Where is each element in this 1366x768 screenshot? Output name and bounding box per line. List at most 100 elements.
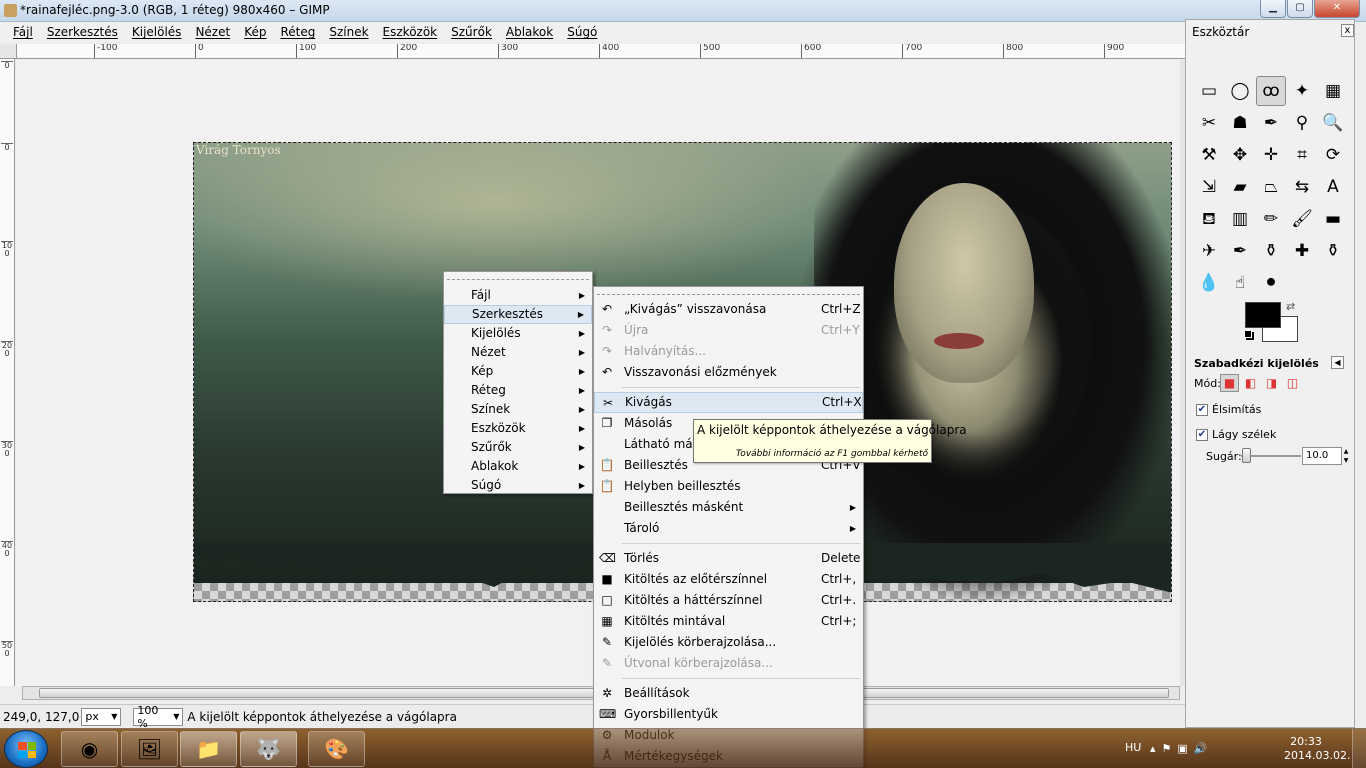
tool-button[interactable]: ⏢ (1256, 172, 1286, 202)
tool-button[interactable]: ⚫ (1256, 268, 1286, 298)
mode-intersect-button[interactable]: ◫ (1283, 374, 1302, 392)
title-bar[interactable]: *rainafejléc.png-3.0 (RGB, 1 réteg) 980x… (0, 0, 1366, 22)
swap-colors-icon[interactable]: ⇄ (1286, 300, 1295, 313)
tool-options-menu-button[interactable]: ◀ (1331, 356, 1344, 369)
tear-off-handle[interactable] (597, 287, 860, 295)
edit-menu-item[interactable]: ↶ Visszavonási előzmények (594, 362, 863, 383)
tool-button[interactable]: ✈ (1194, 236, 1224, 266)
tool-button[interactable]: A (1318, 172, 1348, 202)
clock[interactable]: 20:33 2014.03.02. (1284, 735, 1350, 763)
tray-icon[interactable]: ▴ (1150, 742, 1156, 755)
tool-button[interactable]: ▥ (1225, 204, 1255, 234)
tool-button[interactable]: ✒ (1256, 108, 1286, 138)
context-menu-item[interactable]: Kép ▶ (444, 362, 592, 381)
horizontal-ruler[interactable]: -100 0 100 200 300 400 500 600 700 800 900 (17, 44, 1185, 59)
context-menu-item[interactable]: Eszközök ▶ (444, 419, 592, 438)
menu-8[interactable]: Szűrők (444, 25, 499, 39)
tray-icon[interactable]: 🔊 (1194, 742, 1208, 755)
toolbox-close-button[interactable]: x (1341, 24, 1354, 37)
menu-6[interactable]: Színek (322, 25, 375, 39)
ruler-corner[interactable] (0, 44, 17, 59)
tool-button[interactable]: ▬ (1318, 204, 1348, 234)
tool-button[interactable]: ☝ (1225, 268, 1255, 298)
show-desktop-button[interactable] (1352, 729, 1366, 768)
radius-input[interactable]: 10.0 (1302, 447, 1342, 465)
mode-subtract-button[interactable]: ◨ (1262, 374, 1281, 392)
context-menu-item[interactable]: Kijelölés ▶ (444, 324, 592, 343)
tool-button[interactable]: ꝏ (1256, 76, 1286, 106)
context-menu-item[interactable]: Szűrők ▶ (444, 438, 592, 457)
edit-menu-item[interactable]: ↶ „Kivágás” visszavonása Ctrl+Z (594, 299, 863, 320)
edit-menu-item[interactable]: ✂ Kivágás Ctrl+X (594, 392, 863, 413)
tool-button[interactable]: ⛾ (1194, 204, 1224, 234)
mode-add-button[interactable]: ◧ (1241, 374, 1260, 392)
taskbar-app-button[interactable]: 📁 (180, 731, 237, 767)
context-menu-item[interactable]: Nézet ▶ (444, 343, 592, 362)
radius-spinner[interactable]: ▲ ▼ (1342, 447, 1350, 465)
tool-button[interactable]: ☗ (1225, 108, 1255, 138)
antialias-option[interactable]: ✔ Élsimítás (1196, 403, 1261, 416)
tool-button[interactable]: ▰ (1225, 172, 1255, 202)
tool-button[interactable]: ◯ (1225, 76, 1255, 106)
taskbar-app-button[interactable]: 🎨 (308, 731, 365, 767)
tool-button[interactable]: ✏ (1256, 204, 1286, 234)
context-menu-item[interactable]: Réteg ▶ (444, 381, 592, 400)
tool-button[interactable]: ✥ (1225, 140, 1255, 170)
tray-icon[interactable]: ▣ (1177, 742, 1187, 755)
edit-menu-item[interactable]: ✲ Beállítások (594, 683, 863, 704)
menu-9[interactable]: Ablakok (499, 25, 560, 39)
tool-button[interactable]: ⚱ (1318, 236, 1348, 266)
tool-button[interactable]: ▭ (1194, 76, 1224, 106)
tool-button[interactable]: ⌗ (1287, 140, 1317, 170)
tool-button[interactable]: 🖌 (1287, 204, 1317, 234)
tool-button[interactable]: ▦ (1318, 76, 1348, 106)
tear-off-handle[interactable] (447, 272, 589, 280)
mode-replace-button[interactable]: ■ (1220, 374, 1239, 392)
start-button[interactable] (4, 730, 48, 768)
minimize-button[interactable]: ▁ (1260, 0, 1286, 18)
tool-button[interactable]: ⇲ (1194, 172, 1224, 202)
tool-button[interactable]: ✦ (1287, 76, 1317, 106)
context-menu-item[interactable]: Ablakok ▶ (444, 457, 592, 476)
zoom-combo[interactable]: 100 % ▼ (133, 704, 184, 730)
taskbar-app-button[interactable]: 🖼 (121, 731, 178, 767)
edit-menu-item[interactable]: ■ Kitöltés az előtérszínnel Ctrl+, (594, 569, 863, 590)
tool-button[interactable]: ✛ (1256, 140, 1286, 170)
tool-button[interactable]: ⟳ (1318, 140, 1348, 170)
menu-0[interactable]: Fájl (6, 25, 40, 39)
context-menu-item[interactable]: Súgó ▶ (444, 476, 592, 495)
vertical-ruler[interactable]: 0 0 100 200 300 400 500 (0, 59, 15, 686)
default-colors-icon[interactable] (1244, 330, 1252, 338)
antialias-checkbox[interactable]: ✔ (1196, 403, 1208, 416)
language-indicator[interactable]: HU (1125, 741, 1141, 754)
taskbar-app-button[interactable]: ◉ (61, 731, 118, 767)
taskbar-app-button[interactable]: 🐺 (240, 731, 297, 767)
feather-checkbox[interactable]: ✔ (1196, 428, 1208, 441)
tool-button[interactable]: ⚱ (1256, 236, 1286, 266)
edit-menu-item[interactable]: Beillesztés másként ▶ (594, 497, 863, 518)
edit-menu-item[interactable]: ⌫ Törlés Delete (594, 548, 863, 569)
edit-menu-item[interactable]: □ Kitöltés a háttérszínnel Ctrl+. (594, 590, 863, 611)
menu-3[interactable]: Nézet (188, 25, 237, 39)
menu-7[interactable]: Eszközök (376, 25, 445, 39)
tool-button[interactable]: 🔍 (1318, 108, 1348, 138)
close-button[interactable]: ✕ (1314, 0, 1360, 18)
tool-button[interactable]: ✂ (1194, 108, 1224, 138)
tool-button[interactable]: ✚ (1287, 236, 1317, 266)
edit-menu-item[interactable]: ✎ Kijelölés körberajzolása... (594, 632, 863, 653)
context-menu-item[interactable]: Fájl ▶ (444, 286, 592, 305)
menu-10[interactable]: Súgó (560, 25, 604, 39)
radius-slider-thumb[interactable] (1242, 448, 1251, 463)
edit-menu-item[interactable]: ▦ Kitöltés mintával Ctrl+; (594, 611, 863, 632)
feather-option[interactable]: ✔ Lágy szélek (1196, 428, 1276, 441)
foreground-color-swatch[interactable] (1245, 302, 1281, 328)
context-menu-item[interactable]: Színek ▶ (444, 400, 592, 419)
maximize-button[interactable]: ▢ (1287, 0, 1313, 18)
unit-combo[interactable]: px ▼ (81, 707, 122, 726)
tool-button[interactable]: ⚲ (1287, 108, 1317, 138)
tool-button[interactable]: ⚒ (1194, 140, 1224, 170)
menu-2[interactable]: Kijelölés (125, 25, 189, 39)
tool-button[interactable]: ✒ (1225, 236, 1255, 266)
menu-5[interactable]: Réteg (273, 25, 322, 39)
edit-menu-item[interactable]: 📋 Helyben beillesztés (594, 476, 863, 497)
